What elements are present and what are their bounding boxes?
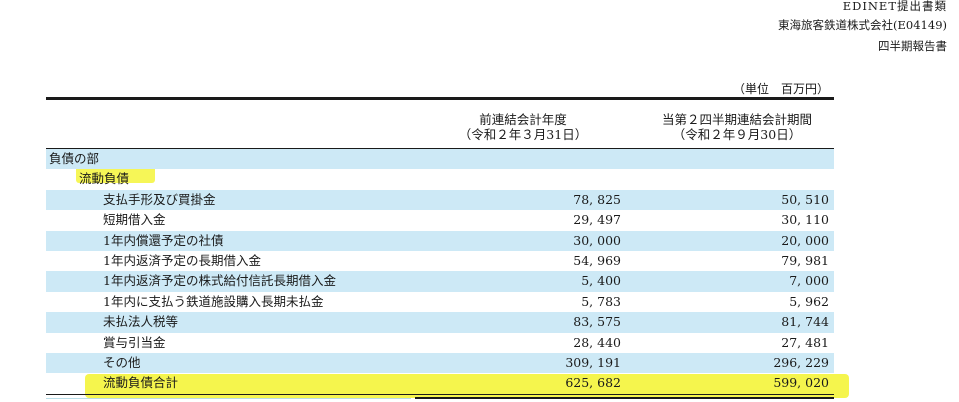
row-value-current: 599, 020 — [773, 375, 829, 391]
table-row: 賞与引当金 28, 440 27, 481 — [46, 333, 834, 353]
edinet-source-label: EDINET提出書類 — [842, 0, 947, 13]
table-row: 短期借入金 29, 497 30, 110 — [46, 210, 834, 230]
row-value-current: 30, 110 — [781, 212, 829, 228]
row-value-current: 79, 981 — [781, 252, 829, 268]
row-value-prev: 83, 575 — [573, 314, 621, 330]
column-prev-year-title: 前連結会計年度 — [479, 112, 567, 127]
table-row: 1年内返済予定の長期借入金 54, 969 79, 981 — [46, 251, 834, 271]
row-value-prev: 309, 191 — [565, 354, 621, 370]
column-prev-year: 前連結会計年度 （令和２年３月31日） — [418, 112, 628, 142]
row-value-current: 296, 229 — [773, 354, 829, 370]
footer-tint-line — [46, 398, 411, 399]
row-value-prev: 28, 440 — [573, 334, 621, 350]
total-double-rule — [415, 397, 834, 399]
row-value-prev: 78, 825 — [573, 191, 621, 207]
row-value-current: 5, 962 — [789, 293, 829, 309]
row-label: 未払法人税等 — [103, 314, 179, 330]
total-rule — [46, 394, 834, 395]
table-row: 1年内に支払う鉄道施設購入長期未払金 5, 783 5, 962 — [46, 292, 834, 312]
row-value-current: 81, 744 — [781, 314, 829, 330]
row-label: 1年内返済予定の株式給付信託長期借入金 — [103, 273, 336, 289]
table-row-current-liabilities: 流動負債 — [46, 169, 834, 189]
table-row: 未払法人税等 83, 575 81, 744 — [46, 312, 834, 333]
table-row: 支払手形及び買掛金 78, 825 50, 510 — [46, 189, 834, 211]
row-label: 流動負債合計 — [103, 375, 179, 391]
row-value-prev: 625, 682 — [565, 375, 621, 391]
row-value-current: 27, 481 — [781, 334, 829, 350]
row-label: 支払手形及び買掛金 — [103, 191, 216, 207]
row-value-current: 7, 000 — [789, 273, 829, 289]
table-row-liabilities-section: 負債の部 — [46, 149, 834, 170]
column-header: 前連結会計年度 （令和２年３月31日） 当第２四半期連結会計期間 （令和２年９月… — [46, 100, 834, 148]
table-row: 1年内償還予定の社債 30, 000 20, 000 — [46, 230, 834, 251]
table-row: 1年内返済予定の株式給付信託長期借入金 5, 400 7, 000 — [46, 271, 834, 292]
row-value-current: 50, 510 — [781, 191, 829, 207]
row-value-prev: 30, 000 — [573, 232, 621, 248]
column-prev-year-date: （令和２年３月31日） — [458, 127, 588, 142]
balance-sheet-table: 前連結会計年度 （令和２年３月31日） 当第２四半期連結会計期間 （令和２年９月… — [46, 97, 834, 394]
column-current-quarter-title: 当第２四半期連結会計期間 — [661, 112, 812, 127]
unit-label: （単位 — [732, 82, 769, 96]
row-label: 1年内に支払う鉄道施設購入長期未払金 — [103, 293, 324, 309]
row-label: 流動負債 — [79, 171, 130, 187]
row-label: その他 — [103, 354, 141, 370]
unit-note: （単位 百万円） — [721, 80, 829, 97]
row-label: 短期借入金 — [103, 212, 166, 228]
document-type: 四半期報告書 — [878, 39, 947, 53]
column-current-quarter-date: （令和２年９月30日） — [672, 127, 802, 142]
row-value-prev: 29, 497 — [573, 212, 621, 228]
unit-value: 百万円） — [780, 82, 829, 96]
row-value-prev: 54, 969 — [573, 252, 621, 268]
table-row-total: 流動負債合計 625, 682 599, 020 — [46, 373, 834, 393]
table-row: その他 309, 191 296, 229 — [46, 352, 834, 374]
row-label: 負債の部 — [49, 151, 100, 166]
row-label: 賞与引当金 — [103, 334, 166, 350]
column-current-quarter: 当第２四半期連結会計期間 （令和２年９月30日） — [632, 112, 842, 142]
company-name: 東海旅客鉄道株式会社(E04149) — [778, 18, 947, 32]
row-value-prev: 5, 400 — [581, 273, 621, 289]
row-label: 1年内返済予定の長期借入金 — [103, 252, 261, 268]
row-value-current: 20, 000 — [781, 232, 829, 248]
row-value-prev: 5, 783 — [581, 293, 621, 309]
row-label: 1年内償還予定の社債 — [103, 232, 224, 248]
